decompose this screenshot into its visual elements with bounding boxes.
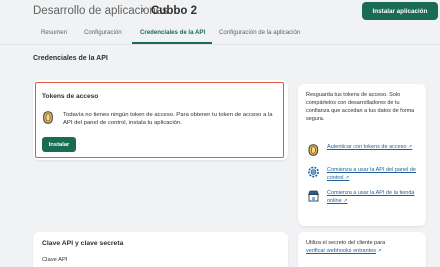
link-verify-webhooks[interactable]: verificar webhooks entrantes [306,248,376,254]
install-app-button[interactable]: Instalar aplicación [362,2,438,20]
tab-credenciales-api[interactable]: Credenciales de la API [140,29,205,43]
breadcrumb-link[interactable]: Desarrollo de aplicaciones [33,5,168,17]
breadcrumb-separator-icon: › [141,4,145,16]
link-authenticate-tokens-label[interactable]: Autenticar con tokens de acceso [327,144,407,150]
api-key-label: Clave API [42,257,68,263]
security-tips-text: Resguarda tus tokens de acceso. Solo com… [306,92,415,122]
webhooks-text: Utiliza el secreto del cliente para veri… [306,239,421,255]
coin-icon [43,111,53,124]
section-heading: Credenciales de la API [33,55,108,62]
gear-icon [308,166,319,178]
link-storefront-api[interactable]: Comienza a usar la API de la tienda onli… [327,189,425,205]
tab-resumen[interactable]: Resumen [41,29,67,43]
tabs-divider [0,44,440,45]
external-link-icon: ↗ [377,248,382,254]
top-bar: Desarrollo de aplicaciones › Cubbo 2 Ins… [0,0,440,30]
external-link-icon: ↗ [408,144,413,150]
api-key-card [33,232,288,267]
link-admin-api[interactable]: Comienza a usar la API del panel de cont… [327,166,425,182]
storefront-icon [308,190,319,202]
api-key-card-title: Clave API y clave secreta [42,240,124,247]
page-title: Cubbo 2 [151,5,197,17]
install-button[interactable]: Instalar [42,137,76,152]
external-link-icon: ↗ [345,175,350,181]
link-storefront-api-label[interactable]: Comienza a usar la API de la tienda onli… [327,190,414,204]
access-tokens-title: Tokens de acceso [42,93,99,100]
link-authenticate-tokens[interactable]: Autenticar con tokens de acceso ↗ [327,143,425,151]
tab-configuracion[interactable]: Configuración [84,29,122,43]
access-tokens-description: Todavía no tienes ningún token de acceso… [63,112,273,127]
tab-configuracion-aplicacion[interactable]: Configuración de la aplicación [219,29,300,43]
link-admin-api-label[interactable]: Comienza a usar la API del panel de cont… [327,167,416,181]
external-link-icon: ↗ [343,198,348,204]
coin-icon [308,144,319,156]
webhooks-description: Utiliza el secreto del cliente para [306,240,386,246]
